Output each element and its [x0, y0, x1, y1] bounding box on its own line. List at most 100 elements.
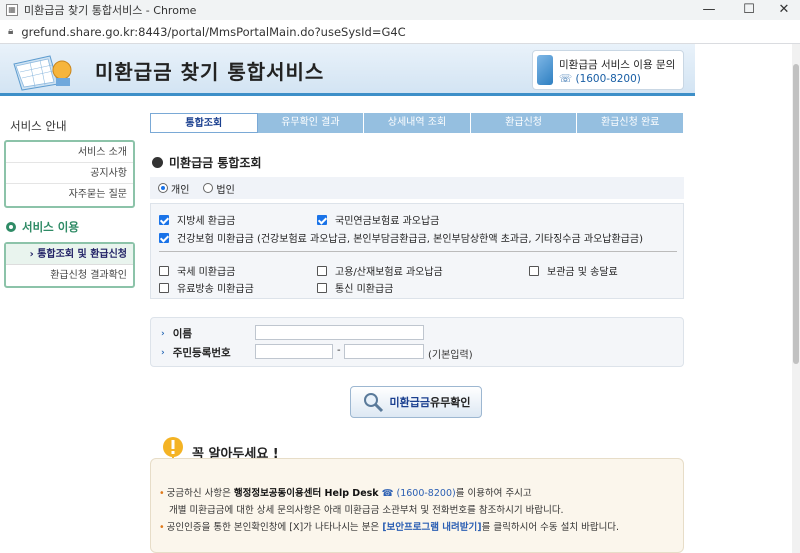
sidebar-use-menu: › 통합조회 및 환급신청 환급신청 결과확인 [4, 242, 135, 288]
arrow-icon: › [161, 347, 165, 358]
sidebar-guide-title: 서비스 안내 [10, 119, 67, 133]
notice-3c: 를 클릭하시어 수동 설치 바랍니다. [481, 522, 620, 533]
bullet-icon [6, 222, 16, 232]
person-type-row: 개인 법인 [150, 177, 684, 199]
sidebar-item-result[interactable]: 환급신청 결과확인 [6, 265, 133, 286]
arrow-icon: › [161, 328, 165, 339]
sidebar-item-notice[interactable]: 공지사항 [6, 163, 133, 184]
checkbox-local-tax-label: 지방세 환급금 [177, 216, 236, 227]
help-phone: ☏ (1600-8200) [559, 73, 641, 85]
notice-line-2: 개별 미환급금에 대한 상세 문의사항은 아래 미환급금 소관부처 및 전화번호… [169, 505, 564, 516]
browser-titlebar: ▦ 미환급금 찾기 통합서비스 - Chrome — ☐ ✕ [0, 0, 800, 20]
radio-corporation[interactable]: 법인 [203, 181, 235, 196]
site-title: 미환급금 찾기 통합서비스 [95, 60, 325, 84]
check-button-label-sub: 유무확인 [430, 396, 471, 409]
site-header: 미환급금 찾기 통합서비스 미환급금 서비스 이용 문의 ☏ (1600-820… [0, 44, 695, 96]
sidebar-item-intro[interactable]: 서비스 소개 [6, 142, 133, 163]
lock-icon: 🔒︎ [8, 26, 14, 37]
checkbox-pension-control[interactable] [317, 214, 327, 225]
sidebar-item-inquiry[interactable]: › 통합조회 및 환급신청 [6, 244, 133, 265]
name-label: › 이름 [161, 326, 192, 341]
security-download-link[interactable]: [보안프로그램 내려받기] [382, 522, 481, 533]
radio-individual-control[interactable] [158, 183, 168, 193]
id-label: › 주민등록번호 [161, 345, 231, 360]
bullet-icon: • [159, 488, 165, 499]
checkbox-deposit[interactable]: 보관금 및 송달료 [529, 263, 618, 278]
id-separator: - [337, 345, 341, 356]
page-favicon-icon: ▦ [6, 4, 18, 16]
window-title: 미환급금 찾기 통합서비스 - Chrome [24, 4, 197, 17]
id-note: (기본입력) [428, 350, 473, 361]
step-check-result: 유무확인 결과 [257, 113, 365, 133]
checkbox-employment[interactable]: 고용/산재보험료 과오납금 [317, 263, 443, 278]
check-button-label-main: 미환급금 [389, 396, 430, 409]
magnifier-icon [363, 393, 383, 413]
refund-type-checkboxes: 지방세 환급금 국민연금보험료 과오납금 건강보험 미환급금 (건강보험료 과오… [150, 203, 684, 299]
address-bar[interactable]: 🔒︎ grefund.share.go.kr:8443/portal/MmsPo… [0, 20, 800, 44]
checkbox-telecom-label: 통신 미환급금 [335, 284, 394, 295]
step-apply: 환급신청 [470, 113, 578, 133]
helpdesk-phone: ☎ (1600-8200) [378, 488, 456, 499]
checkbox-local-tax[interactable]: 지방세 환급금 [159, 212, 235, 227]
name-label-text: 이름 [172, 328, 193, 340]
sidebar-use-heading: 서비스 이용 [6, 219, 79, 235]
checkbox-broadcast[interactable]: 유료방송 미환급금 [159, 280, 254, 295]
checkbox-health[interactable]: 건강보험 미환급금 (건강보험료 과오납금, 본인부담금환급금, 본인부담상한액… [159, 230, 643, 245]
radio-corporation-control[interactable] [203, 183, 214, 193]
checkbox-deposit-label: 보관금 및 송달료 [547, 267, 618, 278]
id-back-input[interactable] [344, 344, 424, 359]
sidebar-item-faq[interactable]: 자주묻는 질문 [6, 184, 133, 205]
checkbox-health-control[interactable] [159, 232, 169, 243]
maximize-button[interactable]: ☐ [733, 0, 765, 20]
radio-individual-label: 개인 [171, 184, 190, 196]
close-button[interactable]: ✕ [768, 0, 800, 20]
step-detail: 상세내역 조회 [364, 113, 471, 133]
help-title: 미환급금 서비스 이용 문의 [559, 59, 676, 71]
checkbox-broadcast-control[interactable] [159, 282, 169, 293]
checkbox-telecom-control[interactable] [317, 282, 327, 293]
checkbox-national-tax[interactable]: 국세 미환급금 [159, 263, 235, 278]
notice-3a: 공인인증을 통한 본인확인창에 [X]가 나타나시는 분은 [166, 522, 383, 533]
section-bullet-icon [152, 157, 163, 168]
url-text[interactable]: grefund.share.go.kr:8443/portal/MmsPorta… [21, 25, 405, 39]
help-desk-icon [537, 55, 553, 85]
progress-steps: 통합조회 유무확인 결과 상세내역 조회 환급신청 환급신청 완료 [150, 113, 684, 133]
name-input[interactable] [255, 325, 424, 340]
section-title-text: 미환급금 통합조회 [169, 156, 262, 170]
section-title: 미환급금 통합조회 [152, 154, 262, 171]
calendar-logo-icon [13, 55, 72, 91]
checkbox-local-tax-control[interactable] [159, 214, 169, 225]
page-content: 미환급금 찾기 통합서비스 미환급금 서비스 이용 문의 ☏ (1600-820… [0, 44, 792, 553]
checkbox-pension-label: 국민연금보험료 과오납금 [335, 216, 440, 227]
divider [159, 251, 677, 252]
minimize-button[interactable]: — [693, 0, 725, 20]
checkbox-telecom[interactable]: 통신 미환급금 [317, 280, 393, 295]
identity-form: › 이름 › 주민등록번호 - (기본입력) [150, 317, 684, 367]
notice-1a: 궁금하신 사항은 [166, 488, 234, 499]
radio-individual[interactable]: 개인 [158, 181, 189, 196]
checkbox-national-tax-control[interactable] [159, 265, 169, 276]
checkbox-employment-control[interactable] [317, 265, 327, 276]
step-complete: 환급신청 완료 [577, 113, 684, 133]
checkbox-health-label: 건강보험 미환급금 (건강보험료 과오납금, 본인부담금환급금, 본인부담상한액… [177, 234, 643, 245]
radio-corporation-label: 법인 [216, 184, 235, 196]
id-label-text: 주민등록번호 [172, 347, 231, 359]
checkbox-national-tax-label: 국세 미환급금 [177, 267, 236, 278]
checkbox-deposit-control[interactable] [529, 265, 539, 276]
checkbox-broadcast-label: 유료방송 미환급금 [177, 284, 254, 295]
bullet-icon: • [159, 522, 165, 533]
helpdesk-name: 행정정보공동이용센터 Help Desk [233, 488, 379, 499]
notice-1d: 를 이용하여 주시고 [455, 488, 532, 499]
notice-line-3: • 공인인증을 통한 본인확인창에 [X]가 나타나시는 분은 [보안프로그램 내… [159, 519, 619, 533]
sidebar-use-title: 서비스 이용 [22, 220, 79, 234]
vertical-scrollbar[interactable] [792, 44, 800, 553]
notice-box: • 궁금하신 사항은 행정정보공동이용센터 Help Desk ☎ (1600-8… [150, 458, 684, 553]
refund-check-button[interactable]: 미환급금 유무확인 [350, 386, 482, 418]
id-front-input[interactable] [255, 344, 333, 359]
help-contact-box: 미환급금 서비스 이용 문의 ☏ (1600-8200) [532, 50, 684, 90]
scrollbar-thumb[interactable] [793, 64, 799, 364]
step-inquiry: 통합조회 [150, 113, 258, 133]
checkbox-employment-label: 고용/산재보험료 과오납금 [335, 267, 443, 278]
notice-line-1: • 궁금하신 사항은 행정정보공동이용센터 Help Desk ☎ (1600-8… [159, 485, 532, 499]
checkbox-pension[interactable]: 국민연금보험료 과오납금 [317, 212, 439, 227]
